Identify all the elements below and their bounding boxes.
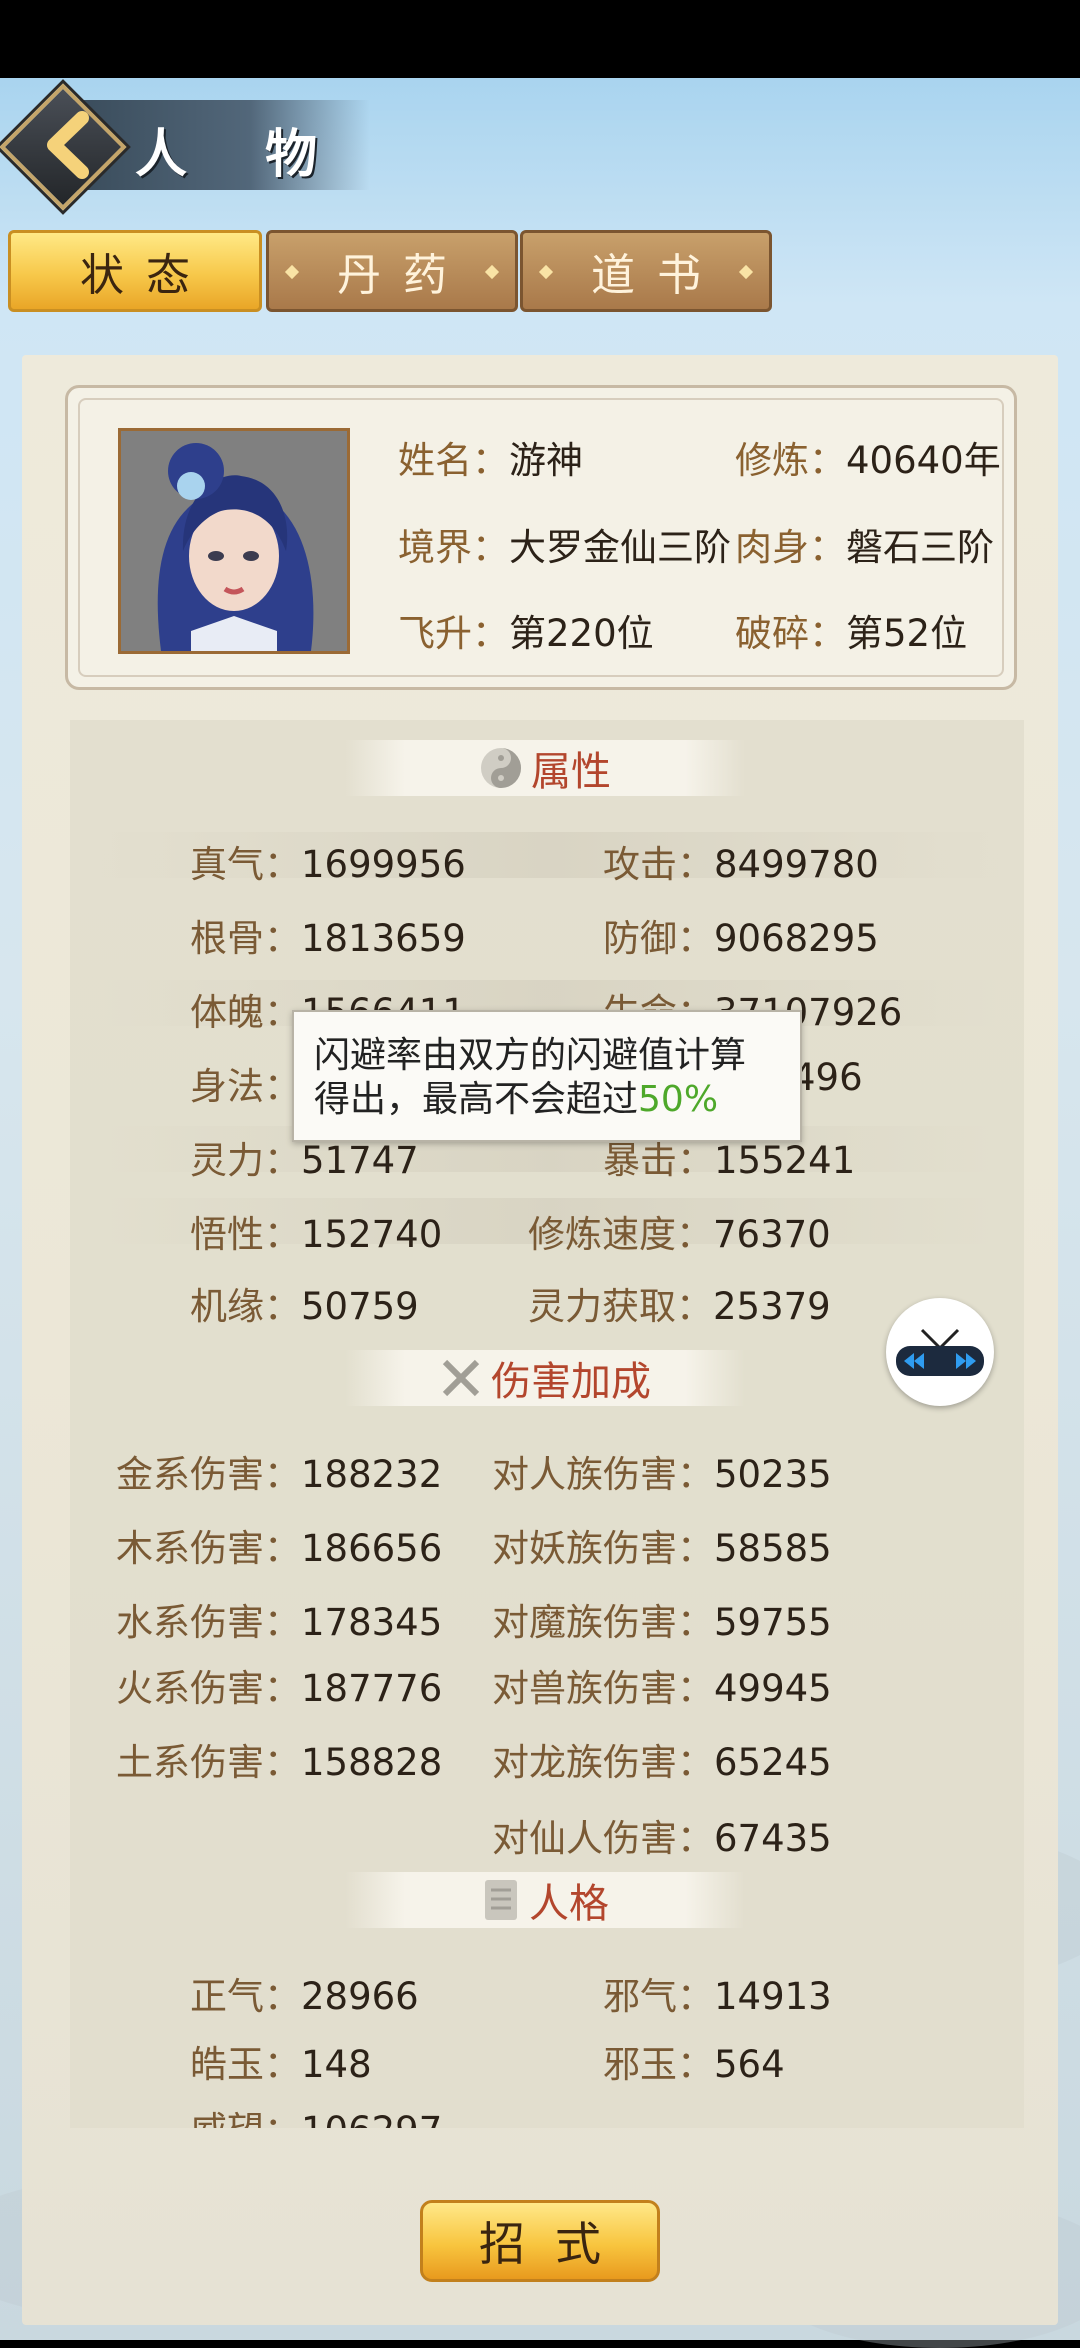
chevron-left-icon[interactable] xyxy=(30,100,110,190)
diamond-icon xyxy=(284,264,300,280)
profile-name: 姓名：游神 xyxy=(398,439,583,482)
attributes-heading: 属性 xyxy=(345,740,745,796)
tooltip-line-1: 闪避率由双方的闪避值计算 xyxy=(314,1035,747,1076)
document-icon xyxy=(485,1880,517,1920)
stat-vs-beast-damage: 对兽族伤害：49945 xyxy=(492,1667,832,1710)
damage-heading: 伤害加成 xyxy=(345,1350,745,1406)
stat-wuxing: 悟性：152740 xyxy=(190,1213,443,1256)
stat-water-damage: 水系伤害：178345 xyxy=(116,1601,443,1644)
profile-ascend-rank: 飞升：第220位 xyxy=(398,612,654,655)
tab-books-label: 道书 xyxy=(591,250,723,301)
stat-zhenqi: 真气：1699956 xyxy=(190,843,466,886)
tooltip-line-2: 得出，最高不会超过50% xyxy=(314,1079,719,1120)
crossed-swords-icon xyxy=(442,1359,480,1397)
game-controller-icon xyxy=(896,1328,984,1376)
status-bar xyxy=(0,0,1080,78)
stat-gengu: 根骨：1813659 xyxy=(190,917,466,960)
tab-status[interactable]: 状态 xyxy=(8,230,262,312)
stat-righteous: 正气：28966 xyxy=(190,1975,419,2018)
stat-evil: 邪气：14913 xyxy=(603,1975,832,2018)
stat-vs-human-damage: 对人族伤害：50235 xyxy=(492,1453,832,1496)
stat-hidden-value: 496 xyxy=(792,1056,863,1099)
stat-xieyu: 邪玉：564 xyxy=(603,2043,785,2086)
personality-heading: 人格 xyxy=(345,1872,745,1928)
yin-yang-icon xyxy=(481,748,521,788)
diamond-icon xyxy=(484,264,500,280)
tab-pills[interactable]: 丹药 xyxy=(266,230,518,312)
stat-vs-demon-damage: 对妖族伤害：58585 xyxy=(492,1527,832,1570)
page-title: 人 物 xyxy=(135,124,348,185)
diamond-icon xyxy=(738,264,754,280)
stat-earth-damage: 土系伤害：158828 xyxy=(116,1741,443,1784)
stat-lingli-gain: 灵力获取：25379 xyxy=(528,1285,831,1328)
tab-books[interactable]: 道书 xyxy=(520,230,772,312)
stat-vs-dragon-damage: 对龙族伤害：65245 xyxy=(492,1741,832,1784)
profile-cultivation: 修炼：40640年 xyxy=(735,439,1001,482)
diamond-icon xyxy=(538,264,554,280)
profile-body: 肉身：磐石三阶 xyxy=(735,526,994,569)
stat-cultivation-speed: 修炼速度：76370 xyxy=(528,1213,831,1256)
stat-shenfa[interactable]: 身法： xyxy=(190,1056,301,1110)
skills-button[interactable]: 招式 xyxy=(420,2200,660,2282)
stat-fire-damage: 火系伤害：187776 xyxy=(116,1667,443,1710)
dodge-tooltip: 闪避率由双方的闪避值计算 得出，最高不会超过50% xyxy=(292,1010,802,1142)
character-portrait xyxy=(118,428,350,654)
tab-pills-label: 丹药 xyxy=(337,250,469,301)
stat-attack: 攻击：8499780 xyxy=(603,843,879,886)
skills-button-label: 招式 xyxy=(479,2217,631,2271)
stat-jiyuan: 机缘：50759 xyxy=(190,1285,419,1328)
tab-status-label: 状态 xyxy=(80,250,212,301)
stat-prestige: 威望：106297 xyxy=(190,2100,442,2128)
stat-defense: 防御：9068295 xyxy=(603,917,879,960)
profile-shatter-rank: 破碎：第52位 xyxy=(735,612,968,655)
stat-metal-damage: 金系伤害：188232 xyxy=(116,1453,443,1496)
floating-assistant-button[interactable] xyxy=(886,1298,994,1406)
stat-vs-immortal-damage: 对仙人伤害：67435 xyxy=(492,1817,832,1860)
profile-realm: 境界：大罗金仙三阶 xyxy=(398,526,731,569)
stat-vs-devil-damage: 对魔族伤害：59755 xyxy=(492,1601,832,1644)
stat-haoyu: 皓玉：148 xyxy=(190,2043,372,2086)
stat-wood-damage: 木系伤害：186656 xyxy=(116,1527,443,1570)
scroll-clip: 威望：106297 xyxy=(70,2098,1024,2128)
